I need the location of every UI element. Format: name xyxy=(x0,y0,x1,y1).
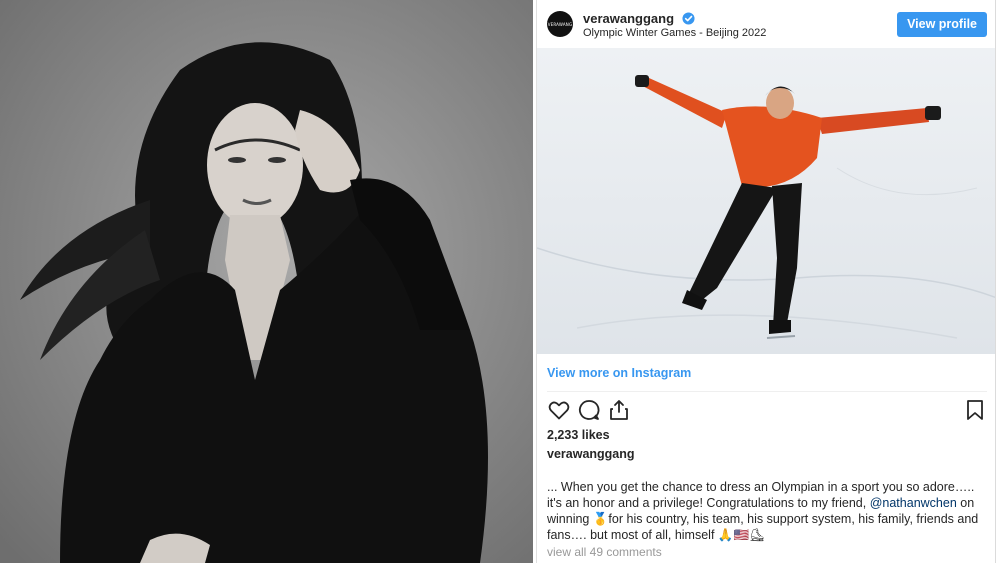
location-link[interactable]: Olympic Winter Games - Beijing 2022 xyxy=(583,27,766,39)
caption-text: ... When you get the chance to dress an … xyxy=(547,479,987,543)
likes-count[interactable]: 2,233 likes xyxy=(547,428,610,442)
view-all-comments-link[interactable]: view all 49 comments xyxy=(547,545,662,559)
share-icon[interactable] xyxy=(607,398,631,422)
caption-username[interactable]: verawanggang xyxy=(547,447,635,461)
skater-photo xyxy=(537,48,995,354)
instagram-embed: VERAWANG verawanggang Olympic Winter Gam… xyxy=(536,0,996,563)
view-more-instagram-link[interactable]: View more on Instagram xyxy=(547,366,691,380)
avatar-text: VERAWANG xyxy=(547,21,573,27)
portrait-image xyxy=(0,0,533,563)
username[interactable]: verawanggang xyxy=(583,11,695,26)
username-text[interactable]: verawanggang xyxy=(583,11,674,26)
comment-icon[interactable] xyxy=(577,398,601,422)
verified-badge-icon xyxy=(682,12,695,25)
heart-icon[interactable] xyxy=(547,398,571,422)
view-profile-button[interactable]: View profile xyxy=(897,12,987,37)
embed-header: VERAWANG verawanggang Olympic Winter Gam… xyxy=(537,0,995,48)
post-image[interactable] xyxy=(537,48,995,354)
action-bar xyxy=(547,398,987,422)
avatar[interactable]: VERAWANG xyxy=(547,11,573,37)
portrait-photo xyxy=(0,0,533,563)
divider-line xyxy=(547,391,987,392)
mention-link[interactable]: @nathanwchen xyxy=(870,496,957,510)
bookmark-icon[interactable] xyxy=(963,398,987,422)
